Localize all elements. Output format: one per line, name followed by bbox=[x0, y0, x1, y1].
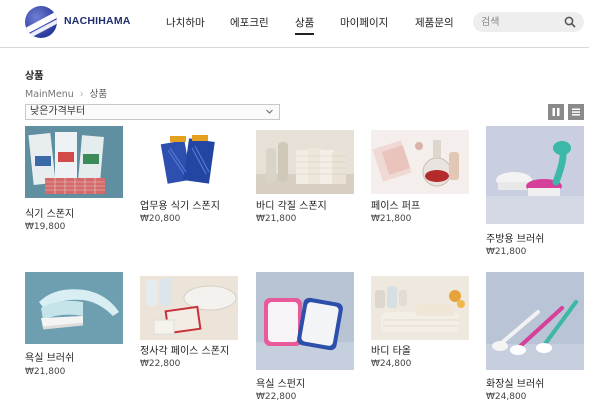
square-face-sponge-image[interactable] bbox=[140, 272, 238, 344]
product-price: ₩21,800 bbox=[486, 247, 527, 257]
product-price: ₩20,800 bbox=[140, 214, 181, 224]
page-title: 상품 bbox=[25, 71, 44, 82]
blue-sponge-pack-image[interactable] bbox=[140, 126, 238, 198]
product-price: ₩22,800 bbox=[256, 392, 297, 402]
product-price: ₩21,800 bbox=[371, 214, 412, 224]
product-card[interactable]: 화장실 브러쉬 ₩24,800 bbox=[486, 272, 584, 402]
product-card[interactable]: 욕실 브러쉬 ₩21,800 bbox=[25, 272, 123, 377]
product-card[interactable]: 주방용 브러쉬 ₩21,800 bbox=[486, 126, 584, 257]
product-name[interactable]: 욕실 브러쉬 bbox=[25, 349, 74, 364]
product-name[interactable]: 페이스 퍼프 bbox=[371, 197, 420, 212]
product-name[interactable]: 바디 각질 스폰지 bbox=[256, 197, 327, 212]
product-card[interactable]: 바디 각질 스폰지 ₩21,800 bbox=[256, 126, 354, 224]
product-card[interactable]: 정사각 페이스 스폰지 ₩22,800 bbox=[140, 272, 238, 369]
face-puff-image[interactable] bbox=[371, 126, 469, 198]
sort-select[interactable]: 낮은가격부터 bbox=[25, 104, 280, 120]
list-view-icon bbox=[572, 108, 580, 116]
product-name[interactable]: 정사각 페이스 스폰지 bbox=[140, 342, 229, 357]
dish-sponge-pack-image[interactable] bbox=[25, 126, 123, 198]
bath-sponge-image[interactable] bbox=[256, 272, 354, 370]
body-sponge-image[interactable] bbox=[256, 126, 354, 198]
search-input[interactable] bbox=[481, 15, 561, 29]
product-price: ₩24,800 bbox=[486, 392, 527, 402]
product-price: ₩21,800 bbox=[256, 214, 297, 224]
body-towel-image[interactable] bbox=[371, 272, 469, 344]
list-view-button[interactable] bbox=[568, 104, 584, 120]
product-price: ₩19,800 bbox=[25, 222, 66, 232]
kitchen-brush-image[interactable] bbox=[486, 126, 584, 224]
toilet-brush-image[interactable] bbox=[486, 272, 584, 370]
product-name[interactable]: 욕실 스펀지 bbox=[256, 375, 305, 390]
breadcrumb-root[interactable]: MainMenu bbox=[25, 89, 74, 100]
bath-brush-image[interactable] bbox=[25, 272, 123, 344]
nav-item-epoclean[interactable]: 에포크린 bbox=[230, 15, 269, 30]
product-name[interactable]: 바디 타올 bbox=[371, 342, 411, 357]
chevron-down-icon bbox=[266, 109, 273, 114]
nav-item-nachihama[interactable]: 나치하마 bbox=[166, 15, 205, 30]
grid-view-icon bbox=[552, 108, 560, 116]
breadcrumb-current: 상품 bbox=[89, 89, 108, 100]
nav-item-inquiry[interactable]: 제품문의 bbox=[415, 15, 454, 30]
chevron-right-icon: › bbox=[79, 89, 84, 100]
sort-selected-label: 낮은가격부터 bbox=[30, 106, 86, 117]
product-card[interactable]: 바디 타올 ₩24,800 bbox=[371, 272, 469, 369]
nav-item-mypage[interactable]: 마이페이지 bbox=[340, 15, 388, 30]
grid-view-button[interactable] bbox=[548, 104, 564, 120]
product-price: ₩21,800 bbox=[25, 367, 66, 377]
product-card[interactable]: 업무용 식기 스폰지 ₩20,800 bbox=[140, 126, 238, 224]
product-card[interactable]: 욕실 스펀지 ₩22,800 bbox=[256, 272, 354, 402]
product-name[interactable]: 식기 스폰지 bbox=[25, 205, 74, 220]
product-name[interactable]: 업무용 식기 스폰지 bbox=[140, 197, 220, 212]
product-name[interactable]: 화장실 브러쉬 bbox=[486, 375, 544, 390]
product-price: ₩22,800 bbox=[140, 359, 181, 369]
nav-item-products[interactable]: 상품 bbox=[295, 15, 315, 35]
product-price: ₩24,800 bbox=[371, 359, 412, 369]
site-header: NACHIHAMA 나치하마 에포크린 상품 마이페이지 제품문의 bbox=[0, 0, 589, 48]
search-icon[interactable] bbox=[564, 16, 576, 28]
product-card[interactable]: 페이스 퍼프 ₩21,800 bbox=[371, 126, 469, 224]
search-box bbox=[473, 12, 584, 32]
product-name[interactable]: 주방용 브러쉬 bbox=[486, 230, 544, 245]
breadcrumb: MainMenu › 상품 bbox=[25, 86, 107, 100]
product-card[interactable]: 식기 스폰지 ₩19,800 bbox=[25, 126, 123, 232]
